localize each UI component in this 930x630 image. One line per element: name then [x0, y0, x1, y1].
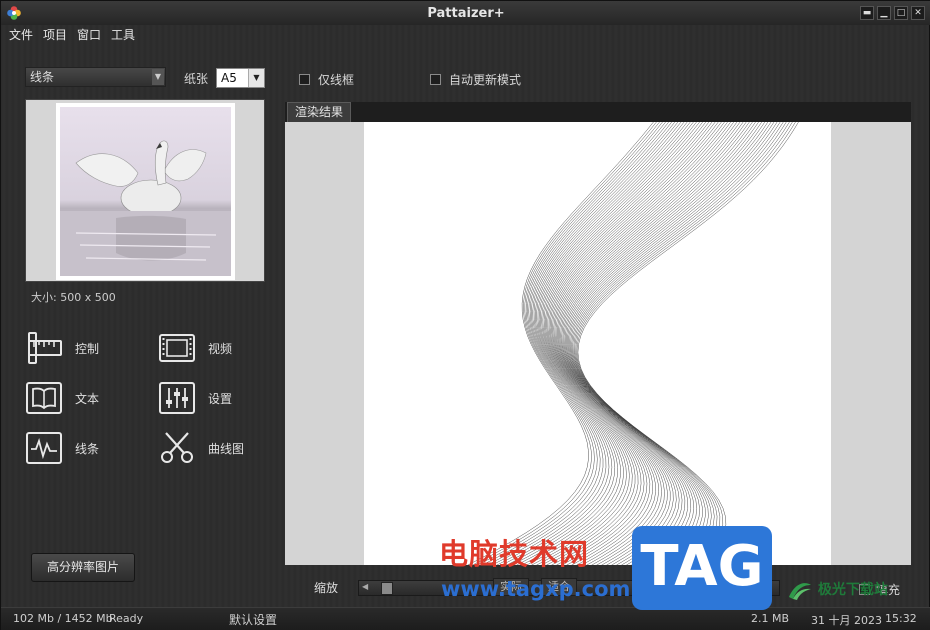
- tool-settings-label: 设置: [208, 391, 233, 406]
- render-curve-line: [506, 122, 679, 565]
- tool-video[interactable]: 视频: [158, 331, 232, 365]
- high-res-image-button[interactable]: 高分辨率图片: [31, 553, 135, 582]
- render-canvas-area[interactable]: [285, 122, 911, 565]
- render-curve-line: [521, 122, 688, 565]
- watermark-logo-text: 极光下载站: [817, 582, 888, 598]
- tool-text-label: 文本: [75, 391, 100, 406]
- render-curve-line: [552, 122, 728, 565]
- wireframe-only-label: 仅线框: [318, 73, 355, 87]
- render-curve-line: [481, 122, 663, 565]
- paper-size-select[interactable]: A5 ▼: [216, 68, 265, 88]
- window-title: Pattaizer+: [427, 6, 505, 21]
- tool-control[interactable]: 控制: [25, 331, 99, 365]
- image-size-label: 大小: 500 x 500: [31, 291, 116, 304]
- render-paper: [364, 122, 831, 565]
- status-time: 15:32: [885, 612, 917, 625]
- render-curve-line: [570, 122, 778, 565]
- tool-lines[interactable]: 线条: [25, 431, 99, 465]
- chevron-down-icon: ▼: [152, 69, 164, 85]
- wireframe-only-checkbox[interactable]: [299, 74, 310, 85]
- menu-bar: 文件 项目 窗口 工具: [9, 26, 135, 43]
- render-curve-line: [486, 122, 666, 565]
- render-curve-line: [526, 122, 691, 565]
- file-size: 2.1 MB: [751, 612, 790, 625]
- tool-video-label: 视频: [208, 341, 233, 356]
- mode-dropdown[interactable]: 线条 ▼: [25, 67, 166, 87]
- status-bar: 102 Mb / 1452 Mb Ready 默认设置 2.1 MB 31 十月…: [1, 607, 930, 630]
- zoom-slider-thumb[interactable]: [381, 582, 393, 595]
- auto-update-toggle[interactable]: 自动更新模式: [430, 71, 521, 88]
- paper-size-value: A5: [221, 71, 237, 85]
- render-curve-line: [501, 122, 676, 565]
- render-tab-bar: 渲染结果: [285, 102, 911, 122]
- aurora-logo-icon: [789, 583, 811, 600]
- chevron-down-icon: ▼: [248, 69, 264, 87]
- film-strip-icon: [159, 334, 195, 362]
- memory-usage: 102 Mb / 1452 Mb: [13, 612, 113, 625]
- source-image-preview[interactable]: [25, 99, 265, 282]
- auto-update-checkbox[interactable]: [430, 74, 441, 85]
- auto-update-label: 自动更新模式: [449, 73, 522, 87]
- status-state: Ready: [109, 612, 144, 625]
- sliders-icon: [159, 382, 195, 414]
- render-curve-line: [559, 122, 747, 565]
- book-icon: [26, 382, 62, 414]
- swan-image: [60, 107, 231, 276]
- watermark-tag-badge: TAG: [632, 526, 772, 610]
- menu-tools[interactable]: 工具: [111, 26, 135, 43]
- render-curve-line: [577, 122, 799, 565]
- wireframe-only-toggle[interactable]: 仅线框: [299, 71, 354, 88]
- menu-window[interactable]: 窗口: [77, 26, 101, 43]
- window-minimize-button[interactable]: ▁: [877, 6, 891, 20]
- line-art-render: [467, 122, 799, 565]
- tool-curves-label: 曲线图: [208, 441, 245, 456]
- tab-render-result[interactable]: 渲染结果: [287, 102, 351, 122]
- watermark-site-name: 电脑技术网: [439, 537, 590, 571]
- ruler-icon: [28, 332, 62, 364]
- window-maximize-button[interactable]: □: [894, 6, 908, 20]
- window-pin-button[interactable]: ▬: [860, 6, 874, 20]
- render-curve-line: [564, 122, 762, 565]
- render-curve-line: [567, 122, 769, 565]
- swan-photo: [56, 103, 235, 280]
- title-bar: Pattaizer+ ▬ ▁ □ ✕: [1, 1, 930, 25]
- menu-project[interactable]: 项目: [43, 26, 67, 43]
- tool-control-label: 控制: [75, 341, 100, 356]
- watermark-logo: 极光下载站: [787, 579, 907, 605]
- chevron-left-icon[interactable]: ◀: [362, 582, 368, 591]
- render-curve-line: [572, 122, 784, 565]
- render-curve-line: [557, 122, 741, 565]
- render-curve-line: [566, 122, 766, 565]
- tool-curves[interactable]: 曲线图: [158, 431, 244, 465]
- window-close-button[interactable]: ✕: [911, 6, 925, 20]
- tool-text[interactable]: 文本: [25, 381, 99, 415]
- paper-label: 纸张: [184, 72, 209, 86]
- render-curve-line: [536, 122, 697, 565]
- mode-dropdown-value: 线条: [30, 70, 55, 84]
- waveform-icon: [26, 432, 62, 464]
- tool-settings[interactable]: 设置: [158, 381, 232, 415]
- render-curve-line: [553, 122, 731, 565]
- menu-file[interactable]: 文件: [9, 26, 33, 43]
- scissors-icon: [161, 432, 193, 463]
- watermark-url: www.tagxp.com: [441, 577, 631, 601]
- status-date: 31 十月 2023: [811, 614, 882, 627]
- zoom-label: 缩放: [314, 581, 339, 595]
- tool-lines-label: 线条: [75, 441, 100, 456]
- preset-name: 默认设置: [229, 613, 278, 627]
- app-window: Pattaizer+ ▬ ▁ □ ✕ 文件 项目 窗口 工具 线条 ▼ 纸张 A…: [0, 0, 930, 630]
